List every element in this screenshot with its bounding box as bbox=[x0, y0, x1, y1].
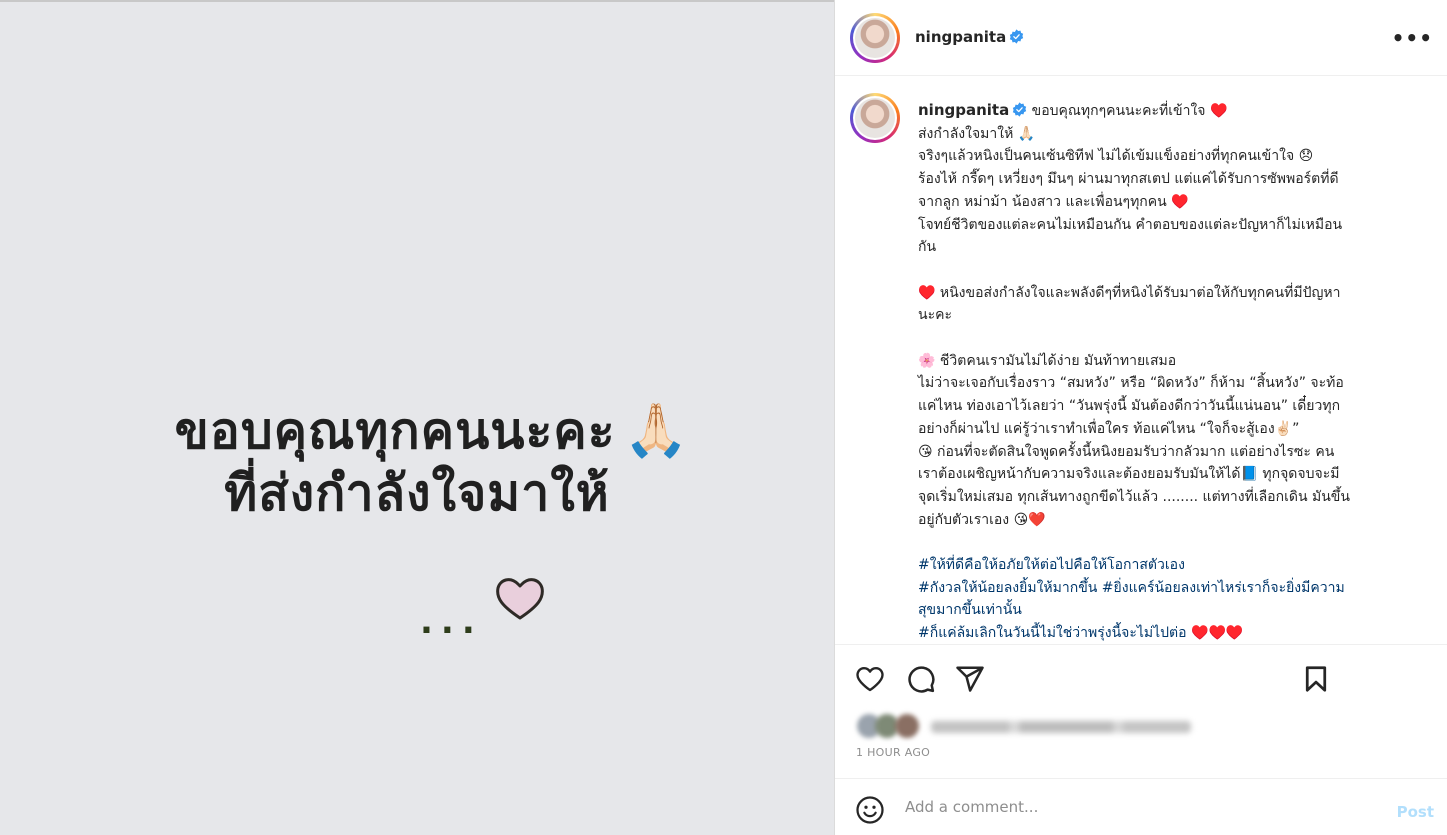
post-comment-button[interactable]: Post bbox=[1397, 803, 1434, 821]
caption-area: ningpanita ขอบคุณทุกๆคนนะคะที่เข้าใจ ♥️ … bbox=[835, 77, 1447, 645]
liked-by-text-blurred bbox=[931, 721, 1191, 733]
caption-line: ส่งกำลังใจมาให้ 🙏🏻 bbox=[918, 125, 1036, 142]
hashtag-link[interactable]: #ก็แค่ล้มเลิกในวันนี้ไม่ใช่ว่าพรุ่งนี้จะ… bbox=[918, 625, 1187, 641]
hashtag-link[interactable]: สุขมากขึ้นเท่านั้น bbox=[918, 602, 1022, 618]
image-dots: ... bbox=[420, 602, 483, 642]
avatar[interactable] bbox=[850, 13, 900, 63]
caption-username[interactable]: ningpanita bbox=[918, 101, 1027, 119]
action-bar bbox=[835, 656, 1447, 700]
pray-emoji: 🙏🏻 bbox=[623, 401, 690, 461]
username-link[interactable]: ningpanita bbox=[915, 28, 1024, 46]
caption-line: จากลูก หม่าม้า น้องสาว และเพื่อนๆทุกคน ♥… bbox=[918, 193, 1189, 210]
emoji-icon[interactable] bbox=[855, 795, 885, 825]
heart-icon-drawing bbox=[496, 578, 544, 620]
caption-line: จุดเริ่มใหม่เสมอ ทุกเส้นทางถูกขีดไว้แล้ว… bbox=[918, 488, 1350, 505]
post-image[interactable]: ขอบคุณทุกคนนะคะ 🙏🏻 ที่ส่งกำลังใจมาให้ ... bbox=[0, 0, 834, 835]
comment-icon[interactable] bbox=[906, 664, 936, 694]
caption-username-label[interactable]: ningpanita bbox=[918, 101, 1009, 119]
caption-line: จริงๆแล้วหนิงเป็นคนเซ้นซิทีฟ ไม่ได้เข้มแ… bbox=[918, 148, 1314, 165]
heart-icon[interactable] bbox=[855, 664, 885, 694]
liker-avatar bbox=[895, 714, 919, 738]
hashtag-link[interactable]: #กังวลให้น้อยลงยิ้มให้มากขึ้น #ยิ่งแคร์น… bbox=[918, 580, 1345, 596]
caption-line: กัน bbox=[918, 239, 937, 256]
caption-text: ningpanita ขอบคุณทุกๆคนนะคะที่เข้าใจ ♥️ … bbox=[918, 99, 1428, 644]
caption-line: อย่างก็ผ่านไป แค่รู้ว่าเราทำเพื่อใคร ท้อ… bbox=[918, 420, 1300, 437]
comment-input[interactable] bbox=[905, 794, 1365, 820]
caption-line: แค่ไหน ท่องเอาไว้เลยว่า “วันพรุ่งนี้ มัน… bbox=[918, 398, 1341, 415]
post-timestamp[interactable]: 1 HOUR AGO bbox=[856, 746, 930, 759]
hashtag-link[interactable]: #ให้ที่ดีคือให้อภัยให้ต่อไปคือให้โอกาสตั… bbox=[918, 557, 1185, 573]
liked-by-row[interactable] bbox=[855, 714, 1195, 740]
username-label[interactable]: ningpanita bbox=[915, 28, 1006, 46]
caption-line: 😘 ก่อนที่จะตัดสินใจพูดครั้งนี้หนิงยอมรับ… bbox=[918, 443, 1335, 460]
caption-hearts: ♥️♥️♥️ bbox=[1186, 625, 1244, 642]
verified-badge-icon bbox=[1010, 29, 1024, 44]
caption-line: นะคะ bbox=[918, 307, 952, 324]
send-icon[interactable] bbox=[955, 664, 985, 694]
post-side-panel: ningpanita ••• ningpanita ขอบคุณทุกๆคนนะ… bbox=[834, 0, 1447, 835]
caption-line: ร้องไห้ กรี๊ดๆ เหวี่ยงๆ มึนๆ ผ่านมาทุกสเ… bbox=[918, 171, 1339, 188]
caption-line: อยู่กับตัวเราเอง 😘❤️ bbox=[918, 511, 1046, 528]
caption-line: ขอบคุณทุกๆคนนะคะที่เข้าใจ ♥️ bbox=[1031, 103, 1228, 119]
more-options-icon[interactable]: ••• bbox=[1392, 26, 1433, 50]
caption-line: โจทย์ชีวิตของแต่ละคนไม่เหมือนกัน คำตอบขอ… bbox=[918, 216, 1343, 233]
comment-row: Post bbox=[835, 778, 1447, 835]
caption-line: ไม่ว่าจะเจอกับเรื่องราว “สมหวัง” หรือ “ผ… bbox=[918, 375, 1344, 392]
caption-line: 🌸 ชีวิตคนเรามันไม่ได้ง่าย มันท้าทายเสมอ bbox=[918, 352, 1177, 369]
caption-line: ♥️ หนิงขอส่งกำลังใจและพลังดีๆที่หนิงได้ร… bbox=[918, 284, 1341, 301]
verified-badge-icon bbox=[1013, 102, 1027, 117]
caption-line: เราต้องเผชิญหน้ากับความจริงและต้องยอมรับ… bbox=[918, 466, 1340, 483]
caption-avatar[interactable] bbox=[850, 93, 900, 143]
image-text-line-1-label: ขอบคุณทุกคนนะคะ bbox=[174, 402, 616, 460]
bookmark-icon[interactable] bbox=[1301, 664, 1331, 694]
post-header: ningpanita ••• bbox=[835, 0, 1447, 76]
image-text-line-2: ที่ส่งกำลังใจมาให้ bbox=[224, 464, 610, 522]
